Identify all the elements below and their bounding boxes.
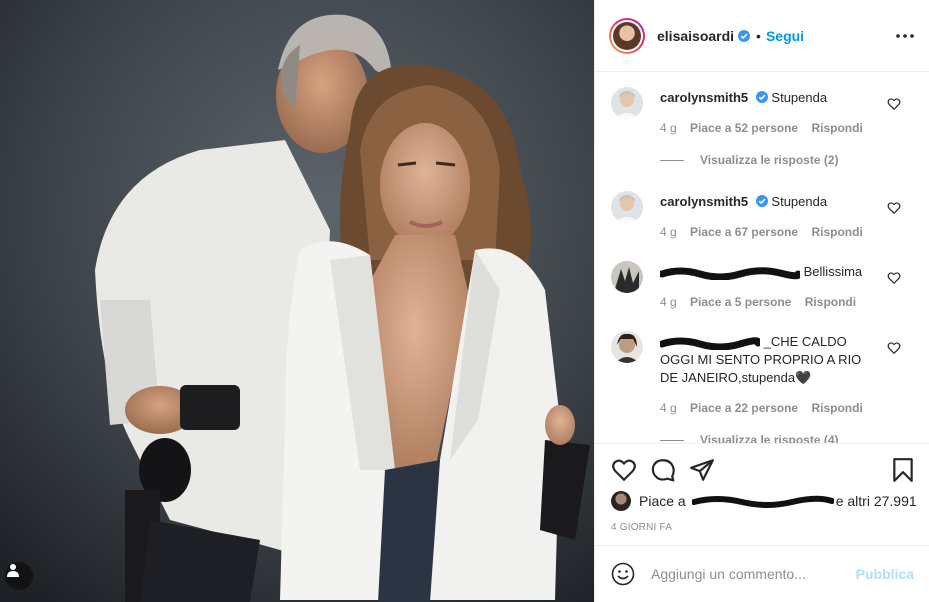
reply-button[interactable]: Rispondi [811,225,862,239]
likes-summary[interactable]: Piace a e altri 27.991 [611,491,917,511]
separator-dot: • [756,27,761,44]
publish-button[interactable]: Pubblica [856,566,914,582]
verified-badge-icon [755,195,768,207]
likes-count[interactable]: e altri 27.991 [836,493,917,509]
reply-button[interactable]: Rispondi [811,121,862,135]
comment-time: 4 g [660,225,677,239]
comment-username[interactable]: carolynsmith5 [660,90,748,105]
view-replies-button[interactable]: Visualizza le risposte (2) [660,153,839,167]
redacted-username-scribble [660,336,760,350]
comment-avatar[interactable] [611,331,643,363]
comment-input[interactable] [651,566,851,582]
comment-likes[interactable]: Piace a 22 persone [690,401,798,415]
likes-prefix: Piace a [639,493,686,509]
smiley-icon[interactable] [611,562,635,586]
view-replies-label: Visualizza le risposte (2) [700,153,839,167]
post-header: elisaisoardi • Segui [595,0,929,72]
comment-avatar[interactable] [611,261,643,293]
comment-like-heart-icon[interactable] [887,201,901,215]
more-options-button[interactable] [894,26,916,46]
post-photo[interactable] [0,0,594,602]
more-dots-icon [896,34,914,38]
comment-time: 4 g [660,401,677,415]
comment-likes[interactable]: Piace a 67 persone [690,225,798,239]
comment-bubble-icon[interactable] [650,457,676,483]
comment-composer: Pubblica [595,545,929,602]
comment-avatar[interactable] [611,191,643,223]
paper-plane-icon[interactable] [689,457,715,483]
heart-icon[interactable] [611,457,637,483]
user-tag-button[interactable] [5,562,33,590]
comment-text: Bellissima [803,264,863,279]
comments-list[interactable]: carolynsmith5 Stupenda 4 g Piace a 52 pe… [595,73,929,443]
comment-like-heart-icon[interactable] [887,97,901,111]
comment-meta: 4 g Piace a 22 persone Rispondi [660,401,873,415]
follow-button[interactable]: Segui [766,28,804,44]
comment-text: Stupenda [771,90,828,105]
comment-meta: 4 g Piace a 5 persone Rispondi [660,295,866,309]
verified-badge-icon [755,91,768,103]
comment-like-heart-icon[interactable] [887,341,901,355]
view-replies-button[interactable]: Visualizza le risposte (4) [660,433,839,443]
reply-button[interactable]: Rispondi [811,401,862,415]
post-side-panel: elisaisoardi • Segui carolynsmith5 Stupe… [594,0,929,602]
user-tag-icon [7,564,19,577]
comment-avatar[interactable] [611,87,643,119]
reply-button[interactable]: Rispondi [805,295,856,309]
view-replies-label: Visualizza le risposte (4) [700,433,839,443]
comment-username[interactable]: carolynsmith5 [660,194,748,209]
bookmark-icon[interactable] [890,457,916,483]
comment-meta: 4 g Piace a 52 persone Rispondi [660,121,873,135]
post-timestamp[interactable]: 4 GIORNI FA [611,522,672,533]
owner-username[interactable]: elisaisoardi [657,28,734,44]
comment-meta: 4 g Piace a 67 persone Rispondi [660,225,873,239]
verified-badge-icon [738,29,751,42]
comment-text: Stupenda [771,194,828,209]
comment-like-heart-icon[interactable] [887,271,901,285]
post-image [0,0,594,602]
comment-likes[interactable]: Piace a 5 persone [690,295,791,309]
owner-avatar[interactable] [609,17,645,54]
redacted-username-scribble [660,266,800,280]
redacted-liker-scribble [691,495,834,508]
comment-time: 4 g [660,295,677,309]
comment-time: 4 g [660,121,677,135]
liker-avatar[interactable] [611,491,631,511]
comment-likes[interactable]: Piace a 52 persone [690,121,798,135]
